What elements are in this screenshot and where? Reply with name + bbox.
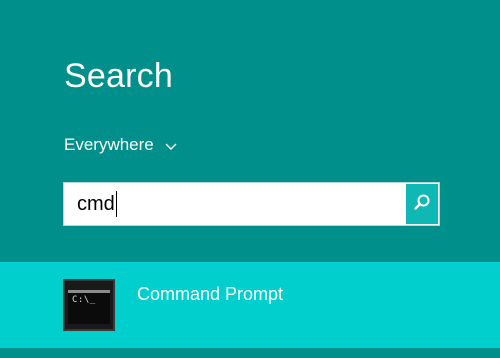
search-scope-dropdown[interactable]: Everywhere bbox=[64, 133, 178, 157]
text-caret bbox=[115, 191, 117, 217]
search-input[interactable]: cmd bbox=[64, 183, 404, 225]
command-prompt-icon: C:\_ bbox=[63, 279, 115, 331]
search-scope-label: Everywhere bbox=[64, 135, 154, 154]
search-button[interactable] bbox=[406, 184, 438, 224]
search-result-label: Command Prompt bbox=[137, 284, 284, 304]
console-window-graphic: C:\_ bbox=[68, 290, 110, 324]
search-box: cmd bbox=[63, 182, 440, 226]
search-icon bbox=[413, 193, 431, 216]
search-result-command-prompt[interactable]: C:\_ Command Prompt bbox=[0, 262, 500, 348]
chevron-down-icon bbox=[164, 138, 178, 152]
page-title: Search bbox=[64, 57, 173, 95]
search-input-value: cmd bbox=[77, 192, 115, 215]
search-pane: Search Everywhere cmd C:\_ Command Promp… bbox=[0, 0, 500, 358]
console-prompt-text: C:\_ bbox=[72, 295, 96, 305]
